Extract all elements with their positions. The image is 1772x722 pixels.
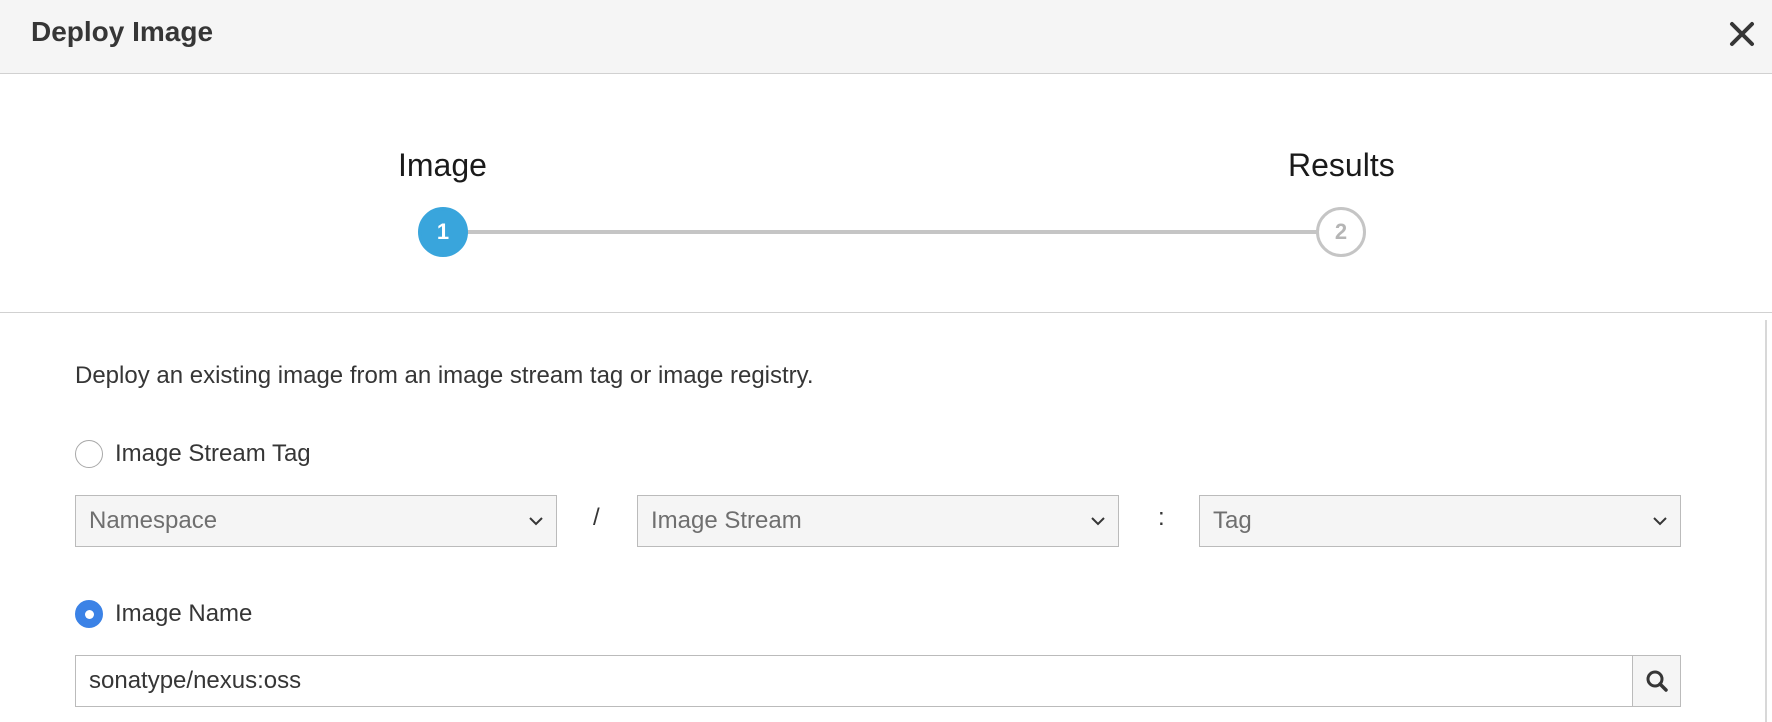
image-stream-tag-radio[interactable]: [75, 440, 103, 468]
step-circle-results[interactable]: 2: [1316, 207, 1366, 257]
image-stream-select-text: Image Stream: [651, 507, 802, 534]
tag-select-text: Tag: [1213, 507, 1252, 534]
image-name-radio[interactable]: [75, 600, 103, 628]
chevron-down-icon: [1078, 516, 1118, 526]
separator-slash: /: [593, 504, 600, 531]
intro-text: Deploy an existing image from an image s…: [75, 362, 814, 389]
step-connector: [467, 230, 1319, 234]
step-label-results[interactable]: Results: [1288, 147, 1395, 184]
close-button[interactable]: [1722, 14, 1762, 54]
image-name-input[interactable]: [75, 655, 1633, 707]
separator-colon: :: [1158, 504, 1165, 531]
chevron-down-icon: [1640, 516, 1680, 526]
image-stream-tag-option[interactable]: Image Stream Tag: [75, 440, 311, 468]
search-icon: [1646, 670, 1668, 692]
modal-header: Deploy Image: [0, 0, 1772, 74]
image-stream-select[interactable]: Image Stream: [637, 495, 1119, 547]
close-icon: [1730, 22, 1754, 46]
tag-select[interactable]: Tag: [1199, 495, 1681, 547]
step-circle-image[interactable]: 1: [418, 207, 468, 257]
step-label-image[interactable]: Image: [398, 147, 487, 184]
image-stream-tag-label: Image Stream Tag: [115, 440, 311, 467]
image-name-label: Image Name: [115, 600, 253, 627]
wizard-steps: Image Results 1 2: [0, 75, 1772, 313]
form-body: Deploy an existing image from an image s…: [0, 314, 1772, 722]
namespace-select[interactable]: Namespace: [75, 495, 557, 547]
namespace-select-text: Namespace: [89, 507, 218, 534]
chevron-down-icon: [516, 516, 556, 526]
image-name-option[interactable]: Image Name: [75, 600, 252, 628]
modal-title: Deploy Image: [31, 16, 214, 47]
search-button[interactable]: [1632, 655, 1681, 707]
